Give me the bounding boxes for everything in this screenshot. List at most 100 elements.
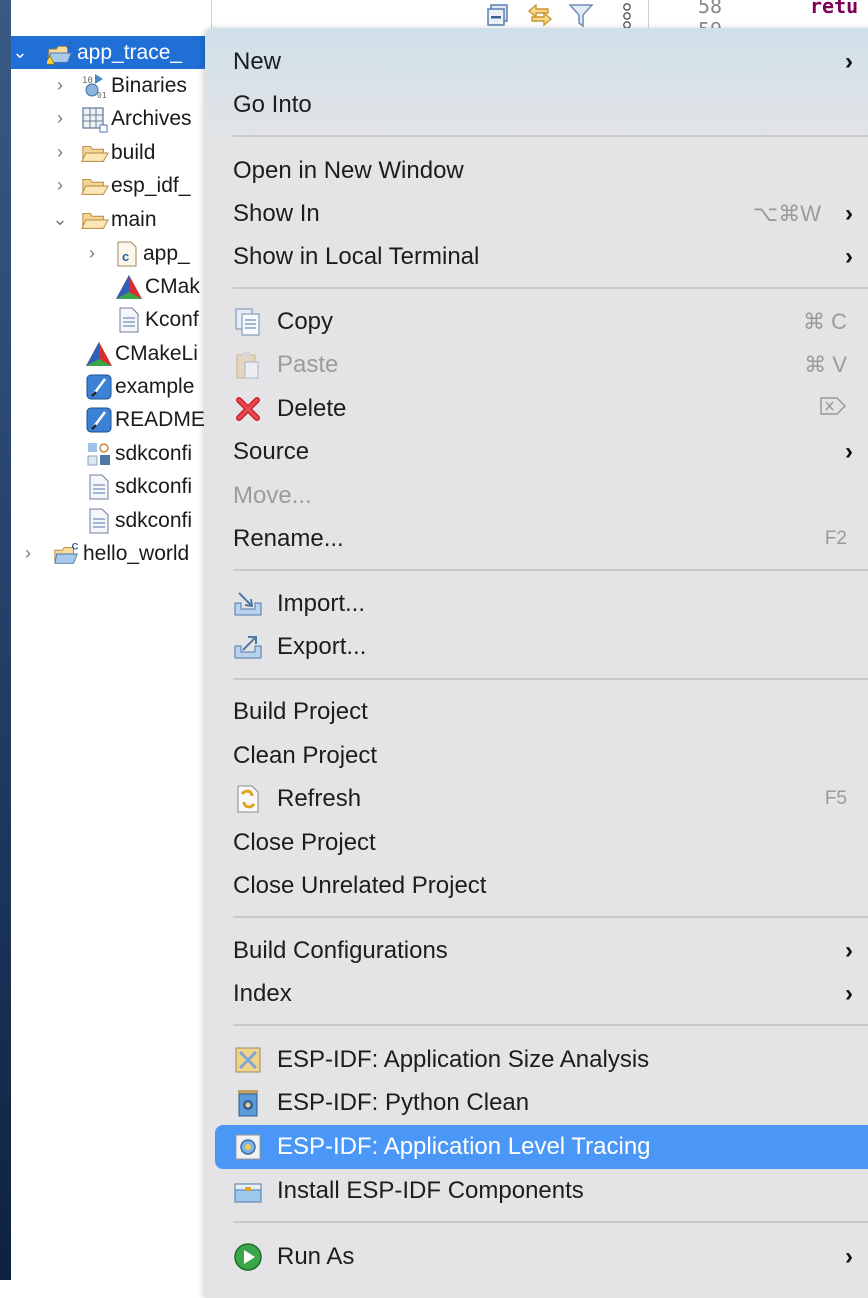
c-project-icon: C	[53, 540, 81, 568]
chevron-right-icon: ›	[845, 243, 853, 270]
menu-item-clean-project[interactable]: Clean Project	[215, 736, 867, 776]
tree-item-example[interactable]: example	[11, 370, 211, 403]
archives-icon	[81, 105, 109, 133]
menu-item-rename[interactable]: Rename... F2	[215, 519, 867, 559]
menu-item-paste[interactable]: Paste ⌘ V	[215, 345, 867, 385]
tree-item-label: Binaries	[111, 73, 187, 97]
tree-item-sdkconfig[interactable]: sdkconfi	[11, 437, 211, 470]
chevron-right-icon[interactable]: ›	[51, 108, 69, 129]
tree-item-readme[interactable]: README	[11, 403, 211, 436]
tree-item-label: hello_world	[83, 541, 190, 565]
menu-item-open-in-new-window[interactable]: Open in New Window	[215, 151, 867, 191]
tree-item-label: Archives	[111, 106, 192, 130]
menu-item-label: Show In	[233, 200, 320, 227]
tree-item-sdkconfig-2[interactable]: sdkconfi	[11, 470, 211, 503]
menu-item-show-in-local-terminal[interactable]: Show in Local Terminal ›	[215, 237, 867, 277]
chevron-right-icon[interactable]: ›	[51, 75, 69, 96]
binaries-icon: 10 01	[81, 72, 109, 100]
menu-item-label: ESP-IDF: Application Level Tracing	[277, 1133, 651, 1160]
project-explorer: ⌄ C app_trace_ › 10 01 Binaries › Archive…	[11, 0, 212, 1280]
menu-item-show-in[interactable]: Show In ⌥⌘W ›	[215, 194, 867, 234]
chevron-right-icon[interactable]: ›	[51, 142, 69, 163]
menu-item-refresh[interactable]: Refresh F5	[215, 779, 867, 819]
collapse-all-icon[interactable]	[486, 2, 510, 28]
install-components-icon	[233, 1176, 263, 1206]
menu-item-label: Install ESP-IDF Components	[277, 1177, 584, 1204]
menu-item-go-into[interactable]: Go Into	[215, 85, 867, 125]
folder-icon	[81, 206, 109, 234]
menu-item-close-unrelated-project[interactable]: Close Unrelated Project	[215, 866, 867, 906]
menu-item-label: Index	[233, 980, 292, 1007]
desktop-background	[0, 0, 11, 1280]
chevron-down-icon[interactable]: ⌄	[51, 209, 69, 230]
text-file-icon	[85, 507, 113, 535]
tree-item-sdkconfig-3[interactable]: sdkconfi	[11, 504, 211, 537]
c-project-warning-icon: C	[47, 39, 75, 67]
menu-item-esp-idf-size-analysis[interactable]: ESP-IDF: Application Size Analysis	[215, 1040, 867, 1080]
tree-item-label: sdkconfi	[115, 441, 193, 465]
menu-separator	[233, 287, 868, 289]
export-icon	[233, 632, 263, 662]
menu-item-label: Rename...	[233, 525, 344, 552]
tree-item-esp-idf[interactable]: › esp_idf_	[11, 169, 211, 202]
tree-item-label: example	[115, 374, 195, 398]
chevron-right-icon[interactable]: ›	[19, 543, 37, 564]
folder-icon	[81, 139, 109, 167]
menu-item-label: Copy	[277, 308, 334, 335]
svg-text:C: C	[66, 40, 73, 50]
menu-item-import[interactable]: Import...	[215, 584, 867, 624]
menu-separator	[233, 1221, 868, 1223]
menu-item-close-project[interactable]: Close Project	[215, 823, 867, 863]
filter-icon[interactable]	[568, 2, 594, 28]
menu-item-label: Delete	[277, 395, 347, 422]
menu-item-export[interactable]: Export...	[215, 627, 867, 667]
tree-item-label: main	[111, 207, 157, 231]
menu-item-build-project[interactable]: Build Project	[215, 692, 867, 732]
tree-item-label: CMak	[145, 274, 200, 298]
tree-item-hello-world[interactable]: › C hello_world	[11, 537, 211, 570]
tree-item-build[interactable]: › build	[11, 136, 211, 169]
c-file-icon: c	[113, 240, 141, 268]
menu-item-esp-idf-application-level-tracing[interactable]: ESP-IDF: Application Level Tracing	[215, 1125, 868, 1169]
menu-item-source[interactable]: Source ›	[215, 432, 867, 472]
menu-item-esp-idf-python-clean[interactable]: ESP-IDF: Python Clean	[215, 1083, 867, 1123]
menu-item-label: Source	[233, 438, 310, 465]
menu-item-run-as[interactable]: Run As ›	[215, 1237, 867, 1277]
menu-separator	[233, 569, 868, 571]
shortcut-label: ⌘ C	[803, 309, 847, 334]
chevron-right-icon[interactable]: ›	[83, 243, 101, 264]
svg-text:01: 01	[97, 91, 107, 100]
menu-item-delete[interactable]: Delete	[215, 389, 867, 429]
menu-item-copy[interactable]: Copy ⌘ C	[215, 302, 867, 342]
menu-item-index[interactable]: Index ›	[215, 974, 867, 1014]
xcode-file-icon	[85, 373, 113, 401]
tree-item-main[interactable]: ⌄ main	[11, 203, 211, 236]
chevron-down-icon[interactable]: ⌄	[11, 42, 29, 63]
delete-icon	[233, 394, 263, 424]
menu-item-build-configurations[interactable]: Build Configurations ›	[215, 931, 867, 971]
tree-item-binaries[interactable]: › 10 01 Binaries	[11, 69, 211, 102]
menu-separator	[233, 1024, 868, 1026]
menu-separator	[233, 135, 868, 137]
tree-item-label: app_	[143, 241, 190, 265]
tree-item-cmakelists[interactable]: CMakeLi	[11, 337, 211, 370]
tree-item-app-c[interactable]: › c app_	[11, 237, 211, 270]
menu-item-label: Open in New Window	[233, 157, 464, 184]
link-with-editor-icon[interactable]	[526, 2, 553, 28]
menu-item-new[interactable]: New ›	[215, 42, 867, 82]
menu-item-label: Close Unrelated Project	[233, 872, 487, 899]
menu-item-move[interactable]: Move...	[215, 476, 867, 516]
menu-item-label: ESP-IDF: Application Size Analysis	[277, 1046, 650, 1073]
tree-item-app-trace[interactable]: ⌄ C app_trace_	[11, 36, 211, 69]
view-menu-icon[interactable]	[620, 2, 634, 29]
text-file-icon	[85, 473, 113, 501]
menu-separator	[233, 678, 868, 680]
sdkconfig-icon	[85, 440, 113, 468]
forward-delete-key-icon	[819, 396, 847, 422]
tree-item-archives[interactable]: › Archives	[11, 102, 211, 135]
menu-item-install-esp-idf-components[interactable]: Install ESP-IDF Components	[215, 1171, 867, 1211]
menu-item-label: Refresh	[277, 785, 362, 812]
tree-item-kconfig[interactable]: Kconf	[11, 303, 211, 336]
tree-item-cmake-main[interactable]: CMak	[11, 270, 211, 303]
chevron-right-icon[interactable]: ›	[51, 175, 69, 196]
